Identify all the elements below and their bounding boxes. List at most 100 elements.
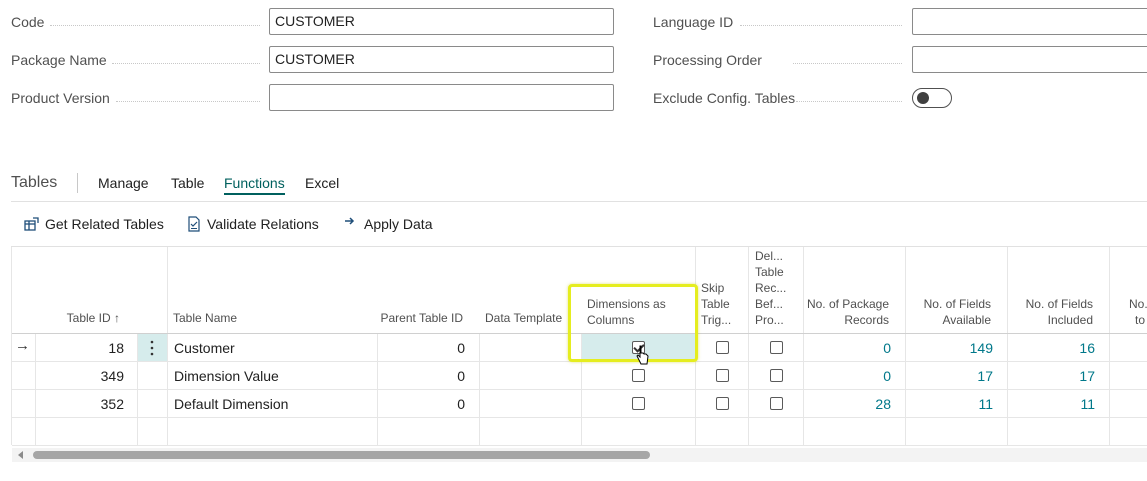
current-row-arrow-icon: → [15,337,30,354]
row1-no-package-records[interactable]: 0 [806,338,891,358]
header-table-name[interactable]: Table Name [173,310,237,326]
header-incl-line1: No. of Fields [1025,297,1093,311]
row-line [12,417,1147,418]
header-skip-line1: Skip [701,281,725,295]
package-name-input[interactable]: CUSTOMER [269,46,614,73]
row3-table-id[interactable]: 352 [40,394,124,414]
col-sep [1007,247,1008,445]
row1-no-fields-available[interactable]: 149 [908,338,993,358]
row3-table-name[interactable]: Default Dimension [174,394,288,414]
header-avail-line2: Available [942,313,991,327]
header-no-fields-included[interactable]: No. of Fields Included [1008,296,1093,328]
header-parent-table-id[interactable]: Parent Table ID [380,310,464,326]
header-skip-table-trig[interactable]: Skip Table Trig... [701,280,731,328]
processing-order-input[interactable] [912,46,1147,73]
col-sep [748,247,749,445]
apply-data-label: Apply Data [364,216,433,232]
row2-dimensions-as-columns-checkbox[interactable] [632,369,645,382]
header-del-line3: Rec... [755,281,787,295]
related-tables-icon [24,216,39,231]
row2-no-package-records[interactable]: 0 [806,366,891,386]
tab-table[interactable]: Table [171,175,204,191]
row3-skip-table-trig-checkbox[interactable] [716,397,729,410]
grid-left-border [11,247,12,445]
row1-table-name[interactable]: Customer [174,338,235,358]
language-id-leader-dots [740,5,902,26]
header-table-id[interactable]: Table ID ↑ [40,310,120,326]
product-version-leader-dots [116,81,260,102]
highlight-annotation-box [568,284,698,362]
row2-no-fields-included[interactable]: 17 [1010,366,1095,386]
header-del-line4: Bef... [755,297,784,311]
tables-section-title: Tables [11,174,58,191]
tabs-divider [11,201,1147,202]
processing-order-leader-dots [793,43,902,64]
row-line [12,445,1147,446]
col-sep [905,247,906,445]
col-sep [803,247,804,445]
header-no-fields-available[interactable]: No. of Fields Available [906,296,991,328]
col-sep [167,247,168,445]
validate-document-icon [188,216,200,232]
toggle-knob [917,92,929,104]
row2-table-name[interactable]: Dimension Value [174,366,279,386]
row3-no-fields-available[interactable]: 11 [908,394,993,414]
header-no-package-records[interactable]: No. of Package Records [800,296,889,328]
row1-delete-table-rec-checkbox[interactable] [770,341,783,354]
code-leader-dots [50,5,260,26]
tab-separator [77,173,78,193]
product-version-input[interactable] [269,84,614,111]
tab-functions[interactable]: Functions [224,175,285,195]
row-actions-ellipsis-icon[interactable] [149,338,155,358]
header-skip-line2: Table [701,297,730,311]
language-id-input[interactable] [912,8,1147,35]
get-related-tables-label: Get Related Tables [45,216,164,232]
package-name-label: Package Name [11,52,107,68]
header-delete-table-rec[interactable]: Del... Table Rec... Bef... Pro... [755,248,786,328]
row3-parent-table-id[interactable]: 0 [380,394,465,414]
header-pkg-line2: Records [844,313,889,327]
header-pkg-line1: No. of Package [806,297,889,311]
product-version-label: Product Version [11,90,110,106]
exclude-config-tables-label: Exclude Config. Tables [653,90,796,106]
header-del-line2: Table [755,265,784,279]
row2-delete-table-rec-checkbox[interactable] [770,369,783,382]
code-label: Code [11,14,45,30]
validate-relations-label: Validate Relations [207,216,319,232]
row1-table-id[interactable]: 18 [40,338,124,358]
header-partial-line1: No. [1129,297,1147,311]
language-id-label: Language ID [653,14,734,30]
exclude-config-tables-toggle[interactable] [912,88,952,108]
scroll-left-arrow-icon[interactable] [18,451,23,459]
mouse-pointer-icon [636,345,649,365]
row2-no-fields-available[interactable]: 17 [908,366,993,386]
code-input[interactable]: CUSTOMER [269,8,614,35]
get-related-tables-button[interactable]: Get Related Tables [24,216,164,232]
header-incl-line2: Included [1047,313,1093,327]
header-partial-line2: to [1135,313,1146,327]
header-skip-line3: Trig... [701,313,732,327]
row1-parent-table-id[interactable]: 0 [380,338,465,358]
row2-parent-table-id[interactable]: 0 [380,366,465,386]
row1-no-fields-included[interactable]: 16 [1010,338,1095,358]
row3-delete-table-rec-checkbox[interactable] [770,397,783,410]
row3-no-fields-included[interactable]: 11 [1010,394,1095,414]
row2-table-id[interactable]: 349 [40,366,124,386]
header-no-partial[interactable]: No. to [1129,296,1147,328]
header-del-line1: Del... [755,249,784,263]
processing-order-label: Processing Order [653,52,762,68]
row-line [12,389,1147,390]
validate-relations-button[interactable]: Validate Relations [187,216,319,232]
row2-skip-table-trig-checkbox[interactable] [716,369,729,382]
tab-manage[interactable]: Manage [98,175,149,191]
row3-dimensions-as-columns-checkbox[interactable] [632,397,645,410]
row3-no-package-records[interactable]: 28 [806,394,891,414]
tab-excel[interactable]: Excel [305,175,339,191]
row1-skip-table-trig-checkbox[interactable] [716,341,729,354]
col-sep [1109,247,1110,445]
exclude-config-tables-leader-dots [796,81,902,102]
header-data-template[interactable]: Data Template [485,310,562,326]
horizontal-scrollbar-thumb[interactable] [33,451,650,459]
apply-data-button[interactable]: Apply Data [344,216,432,232]
apply-arrow-icon [345,217,355,225]
